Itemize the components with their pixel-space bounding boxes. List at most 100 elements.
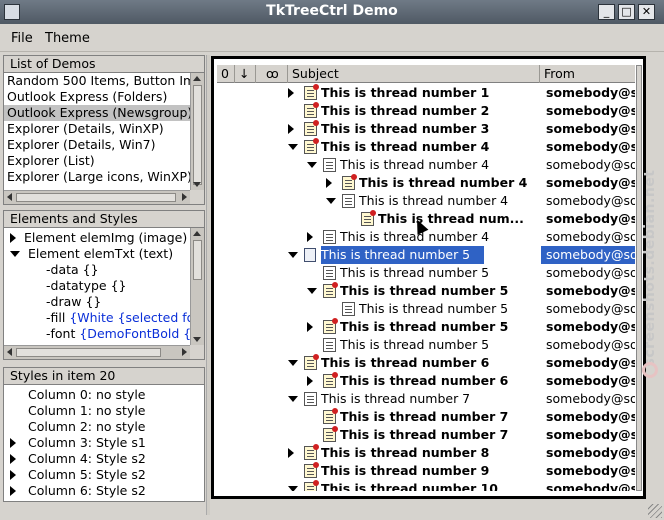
element-tree-row[interactable]: Element elemTxt (text) xyxy=(4,246,173,262)
demos-vscrollbar[interactable] xyxy=(190,73,204,190)
newsgroup-tree[interactable]: 0 ↓ ꝏ Subject From This is thread number… xyxy=(211,56,646,499)
expand-closed-icon[interactable] xyxy=(307,372,313,390)
window-titlebar[interactable]: TkTreeCtrl Demo _ □ ✕ xyxy=(0,0,664,24)
scroll-right-icon[interactable] xyxy=(182,193,187,201)
elements-tree[interactable]: Element elemImg (image) Element elemTxt (… xyxy=(4,228,190,345)
element-tree-row[interactable]: Element elemImg (image) xyxy=(4,230,187,246)
thread-row[interactable]: This is thread number 6 somebody@somewher… xyxy=(217,354,635,372)
thread-row[interactable]: This is thread number 7 somebody@somewher… xyxy=(217,408,635,426)
thread-row[interactable]: This is thread number 9 somebody@somewher… xyxy=(217,462,635,480)
scroll-left-icon[interactable] xyxy=(7,348,12,356)
demo-list-item[interactable]: Outlook Express (Folders) xyxy=(4,89,190,105)
thread-row[interactable]: This is thread number 4 somebody@somewher… xyxy=(217,156,635,174)
expand-closed-icon[interactable] xyxy=(10,438,16,448)
element-tree-row[interactable]: -fill {White {selected foc xyxy=(4,310,190,326)
expand-open-icon[interactable] xyxy=(288,246,298,264)
scroll-left-icon[interactable] xyxy=(7,193,12,201)
style-tree-row[interactable]: Column 0: no style xyxy=(4,387,146,403)
close-button[interactable]: ✕ xyxy=(638,4,655,20)
tree-body[interactable]: This is thread number 1 somebody@somewher… xyxy=(217,84,635,491)
demo-list-item[interactable]: Explorer (Details, WinXP) xyxy=(4,121,190,137)
expand-closed-icon[interactable] xyxy=(307,318,313,336)
expand-open-icon[interactable] xyxy=(288,480,298,491)
style-tree-row[interactable]: Column 2: no style xyxy=(4,419,146,435)
element-tree-row[interactable]: -datatype {} xyxy=(4,278,126,294)
expand-open-icon[interactable] xyxy=(326,192,336,210)
column-subject-header[interactable]: Subject xyxy=(288,65,540,83)
element-tree-row[interactable]: -font {DemoFontBold {r xyxy=(4,326,190,342)
element-tree-row[interactable]: -data {} xyxy=(4,262,99,278)
expand-closed-icon[interactable] xyxy=(10,486,16,496)
style-tree-row[interactable]: Column 4: Style s2 xyxy=(4,451,146,467)
scroll-down-icon[interactable] xyxy=(193,337,201,342)
style-tree-row[interactable]: Column 6: Style s2 xyxy=(4,483,146,499)
thread-row[interactable]: This is thread number 5 somebody@somewher… xyxy=(217,264,635,282)
thread-row[interactable]: This is thread number 6 somebody@somewher… xyxy=(217,372,635,390)
expand-open-icon[interactable] xyxy=(288,390,298,408)
expand-closed-icon[interactable] xyxy=(288,444,294,462)
menu-theme[interactable]: Theme xyxy=(45,31,90,46)
style-tree-row[interactable]: Column 1: no style xyxy=(4,403,146,419)
scroll-thumb[interactable] xyxy=(193,85,202,185)
element-tree-row[interactable]: -draw {} xyxy=(4,294,101,310)
scroll-right-icon[interactable] xyxy=(182,348,187,356)
demo-list-item[interactable]: Random 500 Items, Button Im xyxy=(4,73,190,89)
scroll-up-icon[interactable] xyxy=(193,76,201,81)
expand-closed-icon[interactable] xyxy=(10,233,16,243)
unread-message-icon xyxy=(361,210,376,226)
column-watch-header[interactable]: ꝏ xyxy=(256,65,288,83)
expand-open-icon[interactable] xyxy=(307,156,317,174)
expand-closed-icon[interactable] xyxy=(288,120,294,138)
maximize-button[interactable]: □ xyxy=(618,4,635,20)
scroll-down-icon[interactable] xyxy=(193,182,201,187)
menu-file[interactable]: File xyxy=(11,31,33,46)
demos-hscrollbar[interactable] xyxy=(4,190,190,204)
scroll-thumb[interactable] xyxy=(193,240,202,280)
thread-row[interactable]: This is thread number 5 somebody@somewher… xyxy=(217,318,635,336)
expand-open-icon[interactable] xyxy=(288,138,298,156)
thread-row[interactable]: This is thread number 3 somebody@somewher… xyxy=(217,120,635,138)
demos-list[interactable]: Random 500 Items, Button Im Outlook Expre… xyxy=(4,73,190,190)
resize-grip-icon[interactable] xyxy=(648,504,662,518)
demo-list-item[interactable]: Explorer (Large icons, WinXP) xyxy=(4,169,190,185)
minimize-button[interactable]: _ xyxy=(598,4,615,20)
thread-row[interactable]: This is thread number 7 somebody@somewher… xyxy=(217,390,635,408)
thread-row[interactable]: This is thread number 4 somebody@somewher… xyxy=(217,192,635,210)
scroll-thumb[interactable] xyxy=(16,193,176,202)
scroll-thumb[interactable] xyxy=(16,348,161,357)
demo-list-item[interactable]: Explorer (Details, Win7) xyxy=(4,137,190,153)
thread-row[interactable]: This is thread number 5 somebody@somewher… xyxy=(217,300,635,318)
thread-row[interactable]: This is thread number 4 somebody@somewher… xyxy=(217,138,635,156)
thread-row[interactable]: This is thread number 5 somebody@somewher… xyxy=(217,336,635,354)
pane-sash[interactable] xyxy=(206,55,210,515)
expand-open-icon[interactable] xyxy=(288,354,298,372)
demo-list-item[interactable]: Outlook Express (Newsgroup) xyxy=(4,105,190,121)
expand-open-icon[interactable] xyxy=(10,251,20,257)
expand-open-icon[interactable] xyxy=(307,282,317,300)
elements-hscrollbar[interactable] xyxy=(4,345,190,359)
message-icon xyxy=(323,158,336,172)
thread-row[interactable]: This is thread number 8 somebody@somewher… xyxy=(217,444,635,462)
thread-row[interactable]: This is thread number 7 somebody@somewher… xyxy=(217,426,635,444)
thread-from: somebody@somewhere.net xyxy=(546,85,635,100)
expand-closed-icon[interactable] xyxy=(10,454,16,464)
style-tree-row[interactable]: Column 3: Style s1 xyxy=(4,435,146,451)
thread-row[interactable]: This is thread number 10 somebody@somewhe… xyxy=(217,480,635,491)
column-from-header[interactable]: From xyxy=(540,65,643,83)
style-tree-row[interactable]: Column 5: Style s2 xyxy=(4,467,146,483)
expand-closed-icon[interactable] xyxy=(288,84,294,102)
styles-tree[interactable]: Column 0: no style Column 1: no style Colu… xyxy=(4,385,204,501)
expand-closed-icon[interactable] xyxy=(10,470,16,480)
column-flag-header[interactable]: ↓ xyxy=(235,65,256,83)
thread-row[interactable]: This is thread number 5 somebody@somewher… xyxy=(217,282,635,300)
elements-vscrollbar[interactable] xyxy=(190,228,204,345)
expand-closed-icon[interactable] xyxy=(307,228,313,246)
demo-list-item[interactable]: Explorer (List) xyxy=(4,153,190,169)
column-attach-header[interactable]: 0 xyxy=(217,65,235,83)
scroll-up-icon[interactable] xyxy=(193,231,201,236)
thread-row[interactable]: This is thread number 4 somebody@somewher… xyxy=(217,174,635,192)
thread-row[interactable]: This is thread number 1 somebody@somewher… xyxy=(217,84,635,102)
expand-closed-icon[interactable] xyxy=(326,174,332,192)
thread-row[interactable]: This is thread number 5 somebody@somewher… xyxy=(217,246,635,264)
thread-row[interactable]: This is thread number 2 somebody@somewher… xyxy=(217,102,635,120)
